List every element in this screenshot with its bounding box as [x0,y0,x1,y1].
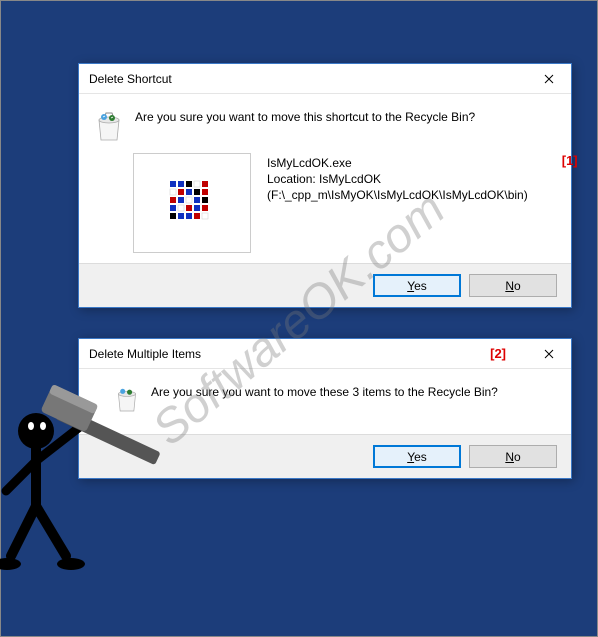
prompt-text: Are you sure you want to move these 3 it… [151,383,498,399]
dialog-title: Delete Multiple Items [89,347,490,361]
recycle-bin-icon [115,385,139,416]
no-label-rest: o [514,279,521,293]
close-button[interactable] [526,339,571,369]
item-thumbnail [133,153,251,253]
button-row: Yes No [79,434,571,478]
close-button[interactable] [526,64,571,94]
no-label-rest: o [514,450,521,464]
dialog-content: Are you sure you want to move this short… [79,94,571,263]
no-button[interactable]: No [469,274,557,297]
dialog-content: Are you sure you want to move these 3 it… [79,369,571,434]
yes-button[interactable]: Yes [373,445,461,468]
delete-multiple-dialog: Delete Multiple Items [2] Are you sure y… [78,338,572,479]
item-name: IsMyLcdOK.exe [267,155,528,171]
close-icon [544,346,554,362]
dialog-title: Delete Shortcut [89,72,526,86]
titlebar[interactable]: Delete Multiple Items [2] [79,339,571,369]
prompt-text: Are you sure you want to move this short… [135,108,475,124]
close-icon [544,71,554,87]
item-path: (F:\_cpp_m\IsMyOK\IsMyLcdOK\IsMyLcdOK\bi… [267,187,528,203]
button-row: Yes No [79,263,571,307]
annotation-marker: [2] [490,346,506,361]
yes-label-rest: es [414,450,427,464]
item-location: Location: IsMyLcdOK [267,171,528,187]
recycle-bin-icon [95,110,123,145]
annotation-marker: [1] [562,153,578,168]
delete-shortcut-dialog: Delete Shortcut Are you sure you want to… [78,63,572,308]
no-button[interactable]: No [469,445,557,468]
yes-button[interactable]: Yes [373,274,461,297]
lcd-pixel-icon [168,179,216,227]
titlebar[interactable]: Delete Shortcut [79,64,571,94]
item-details: IsMyLcdOK.exe Location: IsMyLcdOK (F:\_c… [267,153,528,204]
yes-label-rest: es [414,279,427,293]
